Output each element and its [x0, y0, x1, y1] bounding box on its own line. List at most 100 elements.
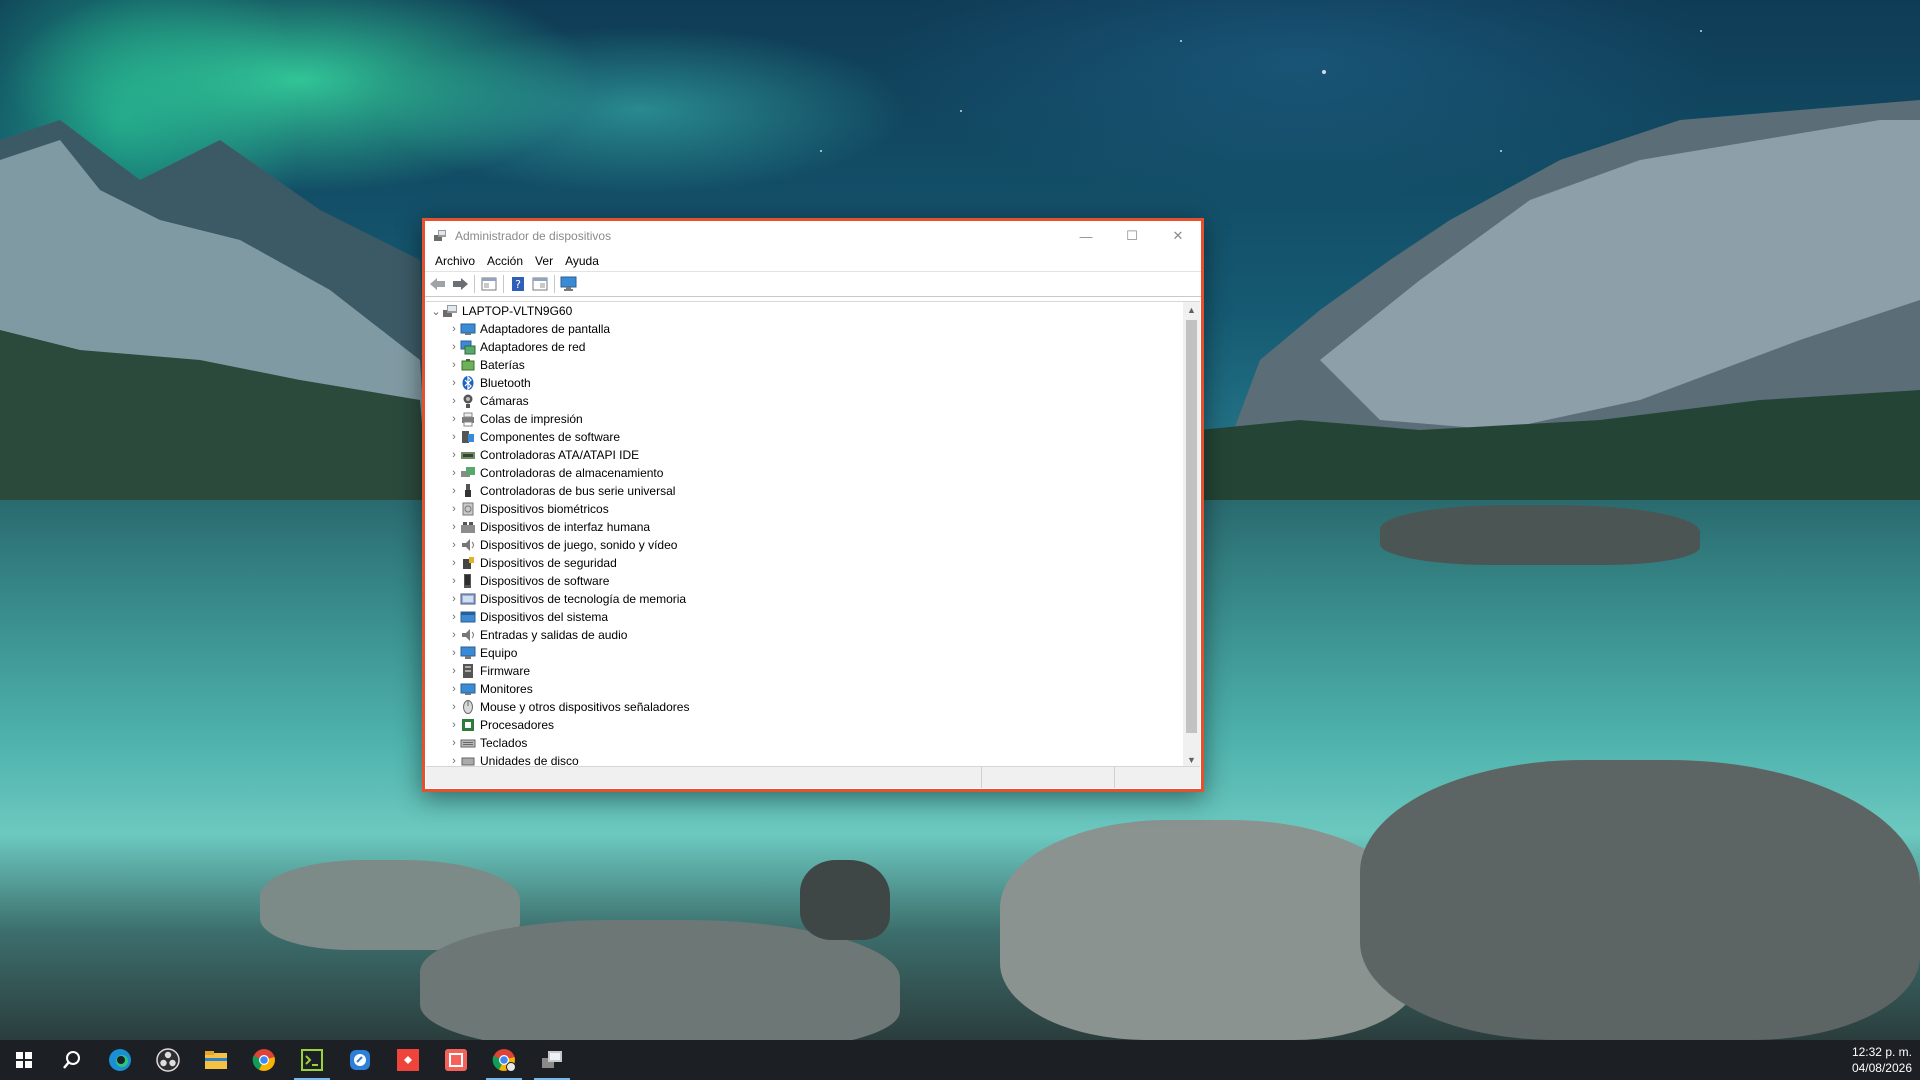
expand-chevron-icon[interactable]: ›	[448, 680, 460, 698]
expand-chevron-icon[interactable]: ›	[448, 554, 460, 572]
scroll-up-arrow-icon[interactable]: ▲	[1183, 302, 1200, 318]
tree-item-entradas-y-salidas-de-audio[interactable]: › Entradas y salidas de audio	[426, 626, 1182, 644]
properties-button[interactable]	[478, 273, 500, 295]
expand-chevron-icon[interactable]: ›	[448, 662, 460, 680]
controladoras-de-bus-serie-universal-icon	[460, 483, 476, 499]
tree-item-label: Procesadores	[480, 718, 555, 732]
tree-item-controladoras-de-almacenamiento[interactable]: › Controladoras de almacenamiento	[426, 464, 1182, 482]
view-button[interactable]	[529, 273, 551, 295]
device-manager-window: Administrador de dispositivos — ☐ ✕ Arch…	[422, 218, 1204, 792]
taskbar-app-anydesk[interactable]	[384, 1040, 432, 1080]
start-button[interactable]	[0, 1040, 48, 1080]
expand-chevron-icon[interactable]: ›	[448, 752, 460, 767]
expand-chevron-icon[interactable]: ›	[448, 482, 460, 500]
menu-ayuda[interactable]: Ayuda	[559, 252, 605, 270]
tree-item-procesadores[interactable]: › Procesadores	[426, 716, 1182, 734]
taskbar-app-obs[interactable]	[144, 1040, 192, 1080]
tree-item-componentes-de-software[interactable]: › Componentes de software	[426, 428, 1182, 446]
tree-item-controladoras-de-bus-serie-universal[interactable]: › Controladoras de bus serie universal	[426, 482, 1182, 500]
tree-item-baterias[interactable]: › Baterías	[426, 356, 1182, 374]
tree-item-label: Equipo	[480, 646, 518, 660]
expand-chevron-icon[interactable]: ›	[448, 446, 460, 464]
mouse-y-otros-dispositivos-senaladores-icon	[460, 699, 476, 715]
taskbar-app-edge[interactable]	[96, 1040, 144, 1080]
tree-item-dispositivos-del-sistema[interactable]: › Dispositivos del sistema	[426, 608, 1182, 626]
expand-chevron-icon[interactable]: ›	[448, 500, 460, 518]
menu-accion[interactable]: Acción	[481, 252, 529, 270]
tree-item-controladoras-ata-atapi-ide[interactable]: › Controladoras ATA/ATAPI IDE	[426, 446, 1182, 464]
status-segment	[426, 767, 982, 788]
tree-item-label: Componentes de software	[480, 430, 621, 444]
expand-chevron-icon[interactable]: ›	[448, 518, 460, 536]
status-bar	[426, 766, 1200, 788]
maximize-button[interactable]: ☐	[1109, 221, 1155, 251]
expand-chevron-icon[interactable]: ›	[448, 716, 460, 734]
taskbar-app-wps-pdf[interactable]	[432, 1040, 480, 1080]
expand-chevron-icon[interactable]: ›	[448, 608, 460, 626]
vertical-scrollbar[interactable]: ▲ ▼	[1183, 302, 1200, 767]
expand-chevron-icon[interactable]: ›	[448, 698, 460, 716]
scan-hardware-button[interactable]	[558, 273, 580, 295]
expand-chevron-icon[interactable]: ›	[448, 734, 460, 752]
tree-item-dispositivos-de-software[interactable]: › Dispositivos de software	[426, 572, 1182, 590]
collapse-chevron-icon[interactable]: ⌄	[430, 302, 442, 320]
taskbar-app-file-explorer[interactable]	[192, 1040, 240, 1080]
expand-chevron-icon[interactable]: ›	[448, 338, 460, 356]
expand-chevron-icon[interactable]: ›	[448, 428, 460, 446]
computer-icon	[442, 303, 458, 319]
status-segment	[982, 767, 1115, 788]
menu-ver[interactable]: Ver	[529, 252, 559, 270]
scrollbar-thumb[interactable]	[1186, 320, 1197, 733]
expand-chevron-icon[interactable]: ›	[448, 644, 460, 662]
expand-chevron-icon[interactable]: ›	[448, 626, 460, 644]
forward-icon	[453, 278, 468, 290]
tree-item-unidades-de-disco[interactable]: › Unidades de disco	[426, 752, 1182, 767]
tree-item-teclados[interactable]: › Teclados	[426, 734, 1182, 752]
tree-item-mouse-y-otros-dispositivos-senaladores[interactable]: › Mouse y otros dispositivos señaladores	[426, 698, 1182, 716]
search-button[interactable]	[48, 1040, 96, 1080]
system-clock[interactable]: 12:32 p. m. 04/08/2026	[1852, 1044, 1912, 1076]
tree-item-bluetooth[interactable]: › Bluetooth	[426, 374, 1182, 392]
tree-item-adaptadores-de-red[interactable]: › Adaptadores de red	[426, 338, 1182, 356]
tree-item-equipo[interactable]: › Equipo	[426, 644, 1182, 662]
expand-chevron-icon[interactable]: ›	[448, 392, 460, 410]
tree-item-firmware[interactable]: › Firmware	[426, 662, 1182, 680]
expand-chevron-icon[interactable]: ›	[448, 356, 460, 374]
back-button[interactable]	[427, 273, 449, 295]
tree-item-dispositivos-biometricos[interactable]: › Dispositivos biométricos	[426, 500, 1182, 518]
taskbar-app-device-manager[interactable]	[528, 1040, 576, 1080]
dispositivos-de-interfaz-humana-icon	[460, 519, 476, 535]
dispositivos-de-software-icon	[460, 573, 476, 589]
tree-item-dispositivos-de-interfaz-humana[interactable]: › Dispositivos de interfaz humana	[426, 518, 1182, 536]
taskbar-app-terminal[interactable]	[288, 1040, 336, 1080]
tree-root[interactable]: ⌄ LAPTOP-VLTN9G60	[426, 302, 1182, 320]
tree-item-dispositivos-de-seguridad[interactable]: › Dispositivos de seguridad	[426, 554, 1182, 572]
dispositivos-del-sistema-icon	[460, 609, 476, 625]
expand-chevron-icon[interactable]: ›	[448, 410, 460, 428]
expand-chevron-icon[interactable]: ›	[448, 320, 460, 338]
taskbar-app-remote-desktop[interactable]	[336, 1040, 384, 1080]
title-bar[interactable]: Administrador de dispositivos — ☐ ✕	[425, 221, 1201, 251]
expand-chevron-icon[interactable]: ›	[448, 590, 460, 608]
close-button[interactable]: ✕	[1155, 221, 1201, 251]
tree-item-monitores[interactable]: › Monitores	[426, 680, 1182, 698]
expand-chevron-icon[interactable]: ›	[448, 374, 460, 392]
menu-archivo[interactable]: Archivo	[429, 252, 481, 270]
scroll-down-arrow-icon[interactable]: ▼	[1183, 752, 1200, 767]
expand-chevron-icon[interactable]: ›	[448, 536, 460, 554]
device-tree-pane: ⌄ LAPTOP-VLTN9G60 › Adaptadores de pantal…	[426, 301, 1200, 767]
tree-item-label: Baterías	[480, 358, 525, 372]
minimize-button[interactable]: —	[1063, 221, 1109, 251]
device-manager-icon	[542, 1051, 562, 1068]
tree-item-colas-de-impresion[interactable]: › Colas de impresión	[426, 410, 1182, 428]
tree-item-dispositivos-de-tecnologia-de-memoria[interactable]: › Dispositivos de tecnología de memoria	[426, 590, 1182, 608]
tree-item-camaras[interactable]: › Cámaras	[426, 392, 1182, 410]
help-button[interactable]: ?	[507, 273, 529, 295]
taskbar-app-chrome-profile[interactable]	[480, 1040, 528, 1080]
forward-button[interactable]	[449, 273, 471, 295]
expand-chevron-icon[interactable]: ›	[448, 464, 460, 482]
expand-chevron-icon[interactable]: ›	[448, 572, 460, 590]
taskbar-app-chrome[interactable]	[240, 1040, 288, 1080]
tree-item-adaptadores-de-pantalla[interactable]: › Adaptadores de pantalla	[426, 320, 1182, 338]
tree-item-dispositivos-de-juego-sonido-y-video[interactable]: › Dispositivos de juego, sonido y vídeo	[426, 536, 1182, 554]
